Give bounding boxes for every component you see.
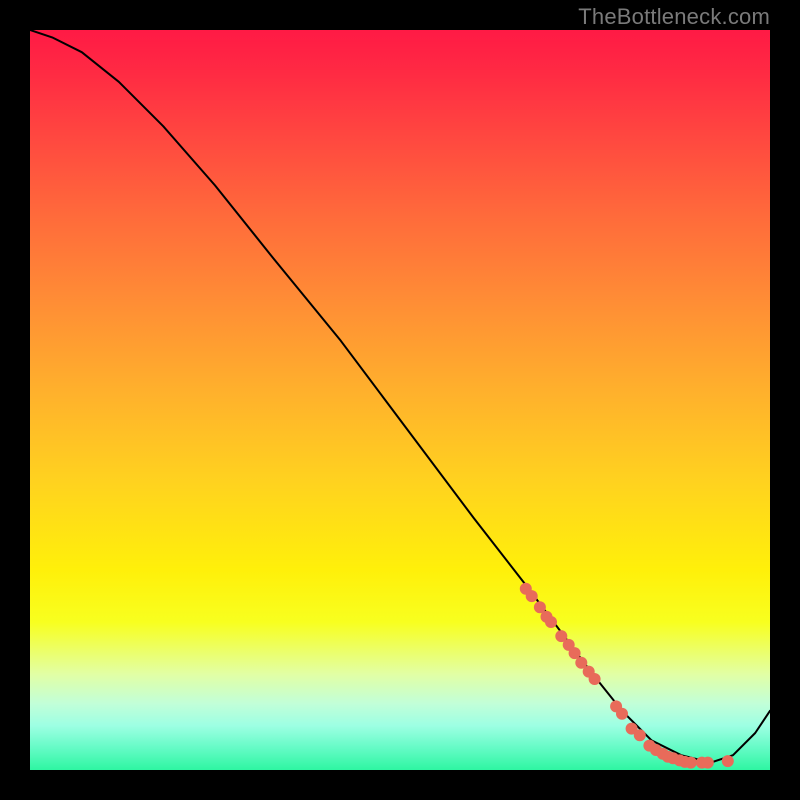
curve-layer [30,30,770,763]
marker-layer [520,583,734,769]
chart-svg [30,30,770,770]
data-marker [702,757,714,769]
bottleneck-curve [30,30,770,763]
plot-area [30,30,770,770]
data-marker [616,708,628,720]
data-marker [722,755,734,767]
data-marker [589,673,601,685]
chart-frame: TheBottleneck.com [0,0,800,800]
data-marker [545,616,557,628]
data-marker [634,729,646,741]
watermark-text: TheBottleneck.com [578,4,770,30]
data-marker [526,590,538,602]
data-marker [685,757,697,769]
